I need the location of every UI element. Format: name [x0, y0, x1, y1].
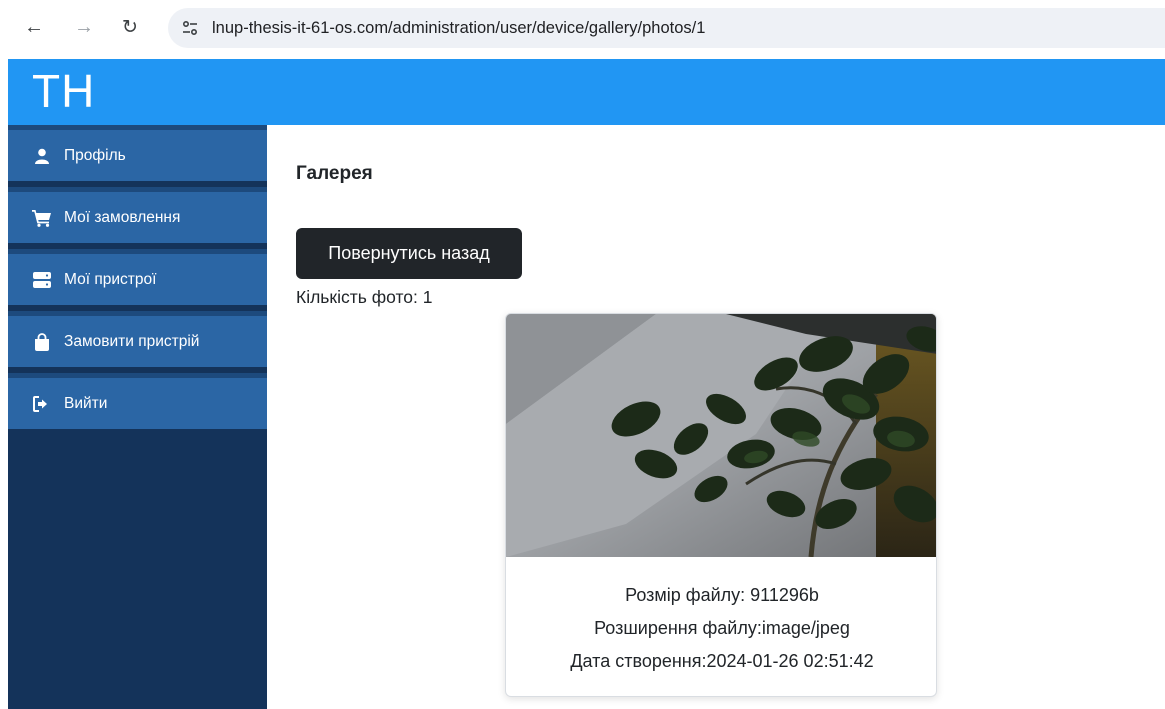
sidebar-item-logout[interactable]: Вийти — [8, 373, 267, 429]
sidebar-item-label: Замовити пристрій — [64, 332, 200, 350]
sidebar-item-label: Мої пристрої — [64, 270, 157, 288]
sidebar-item-order-device[interactable]: Замовити пристрій — [8, 311, 267, 367]
url-text: lnup-thesis-it-61-os.com/administration/… — [212, 18, 706, 37]
logout-icon — [32, 394, 52, 414]
sidebar-item-my-devices[interactable]: Мої пристрої — [8, 249, 267, 305]
main-content: Галерея Повернутись назад Кількість фото… — [267, 125, 1165, 709]
sidebar-item-profile[interactable]: Профіль — [8, 125, 267, 181]
cart-icon — [32, 208, 52, 228]
photo-info: Розмір файлу: 911296b Розширення файлу:i… — [506, 557, 936, 696]
app-header: TH — [8, 59, 1165, 125]
photo-card: Розмір файлу: 911296b Розширення файлу:i… — [505, 313, 937, 697]
back-arrow-icon[interactable]: ← — [22, 12, 46, 42]
address-bar[interactable]: lnup-thesis-it-61-os.com/administration/… — [168, 8, 1165, 48]
reload-icon[interactable]: ↻ — [118, 12, 142, 42]
page-title: Галерея — [296, 163, 373, 184]
file-extension: Розширення файлу:image/jpeg — [594, 618, 850, 638]
browser-toolbar: ← → ↻ lnup-thesis-it-61-os.com/administr… — [0, 0, 1165, 57]
sidebar-item-label: Мої замовлення — [64, 208, 181, 226]
back-button[interactable]: Повернутись назад — [296, 228, 522, 279]
gallery-photo[interactable] — [506, 314, 937, 557]
user-icon — [32, 146, 52, 166]
sidebar-item-label: Профіль — [64, 146, 126, 164]
sidebar: Профіль Мої замовлення Мої пристрої Замо… — [8, 125, 267, 709]
sidebar-item-my-orders[interactable]: Мої замовлення — [8, 187, 267, 243]
creation-date: Дата створення:2024-01-26 02:51:42 — [570, 651, 874, 671]
file-size: Розмір файлу: 911296b — [625, 585, 819, 605]
sidebar-item-label: Вийти — [64, 394, 108, 412]
forward-arrow-icon[interactable]: → — [72, 12, 96, 42]
site-settings-icon[interactable] — [180, 18, 200, 38]
brand-logo[interactable]: TH — [32, 65, 95, 117]
server-icon — [32, 270, 52, 290]
photo-count: Кількість фото: 1 — [296, 287, 433, 307]
shopping-bag-icon — [32, 332, 52, 352]
